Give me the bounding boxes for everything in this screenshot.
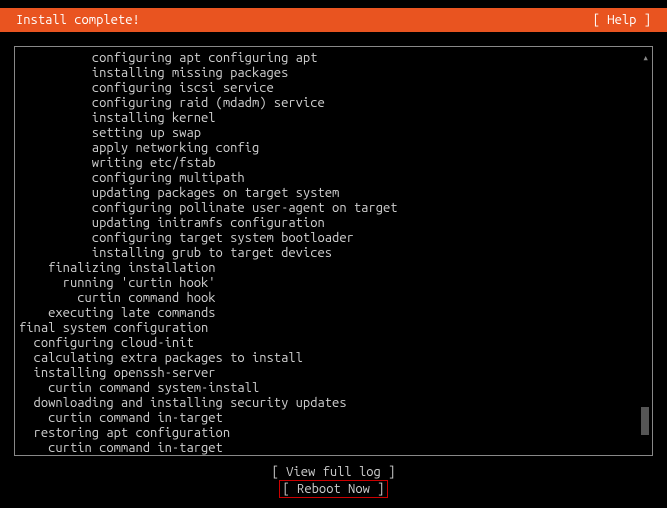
log-panel: ▴ configuring apt configuring apt instal… (14, 46, 653, 456)
button-bar: [ View full log ] [ Reboot Now ] (0, 464, 667, 498)
help-button[interactable]: [ Help ] (593, 13, 651, 27)
header-bar: Install complete! [ Help ] (0, 8, 667, 32)
page-title: Install complete! (16, 13, 140, 27)
scrollbar-thumb[interactable] (641, 407, 649, 435)
scroll-up-icon[interactable]: ▴ (642, 51, 649, 64)
reboot-now-button[interactable]: [ Reboot Now ] (279, 480, 389, 498)
log-content: configuring apt configuring apt installi… (19, 51, 642, 456)
view-full-log-button[interactable]: [ View full log ] (271, 464, 397, 480)
